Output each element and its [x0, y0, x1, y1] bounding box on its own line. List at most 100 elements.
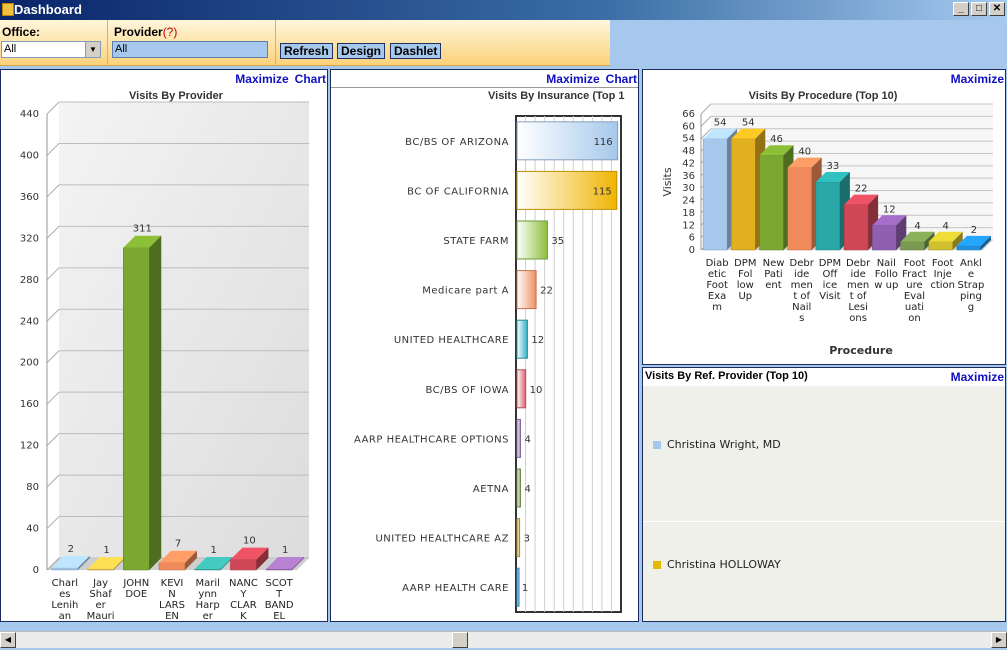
- bar[interactable]: [516, 468, 521, 508]
- data-label: 10: [530, 385, 543, 396]
- x-tick-label: uati: [905, 302, 924, 313]
- provider-label: Provider(?): [114, 25, 177, 39]
- app-icon: [2, 3, 14, 16]
- grid-line: [46, 391, 60, 405]
- bar-front: [123, 247, 150, 571]
- x-tick-label: ice: [823, 280, 837, 291]
- chart-link[interactable]: Chart: [295, 72, 326, 86]
- plot-background: [59, 102, 309, 558]
- x-tick-label: ynn: [198, 589, 217, 600]
- panel-links: Maximize Chart: [540, 72, 637, 86]
- data-label: 1: [522, 583, 528, 594]
- insurance-chart-panel: Maximize Chart Visits By Insurance (Top 1…: [330, 69, 639, 622]
- data-label: 115: [593, 186, 612, 197]
- horizontal-scrollbar[interactable]: ◀ ▶: [0, 631, 1007, 648]
- close-button[interactable]: ✕: [989, 2, 1005, 16]
- bar[interactable]: [516, 518, 521, 558]
- data-label: 46: [770, 134, 783, 145]
- y-tick-label: 200: [20, 358, 39, 369]
- y-tick-label: 80: [26, 482, 39, 493]
- x-tick-label: ction: [930, 280, 955, 291]
- bar[interactable]: [516, 319, 528, 359]
- scroll-right-icon[interactable]: ▶: [991, 632, 1007, 648]
- y-tick-label: 18: [682, 208, 695, 219]
- grid-line: [46, 308, 60, 322]
- bar[interactable]: [516, 567, 520, 607]
- provider-help-link[interactable]: (?): [163, 25, 178, 39]
- bar-front: [843, 204, 869, 251]
- y-tick-label: 36: [682, 171, 695, 182]
- y-tick-label: 280: [20, 275, 39, 286]
- grid-line: [46, 101, 60, 115]
- y-tick-label: STATE FARM: [443, 236, 509, 247]
- x-tick-label: men: [791, 280, 813, 291]
- insurance-chart: 116 BC/BS OF ARIZONA 115 BC OF CALIFORNIA 35…: [354, 115, 622, 613]
- maximize-link[interactable]: Maximize: [951, 72, 1004, 86]
- y-tick-label: 60: [682, 121, 695, 132]
- bar[interactable]: [516, 220, 548, 260]
- x-tick-label: ide: [794, 269, 809, 280]
- y-tick-label: 12: [682, 220, 695, 231]
- x-tick-label: Exa: [708, 291, 726, 302]
- x-tick-label: w up: [874, 280, 898, 291]
- x-tick-label: Debr: [790, 258, 815, 269]
- bar[interactable]: [516, 418, 521, 458]
- x-tick-label: Ankl: [960, 258, 982, 269]
- data-label: 7: [175, 539, 181, 550]
- x-tick-label: Fract: [902, 269, 927, 280]
- bar[interactable]: [516, 270, 537, 310]
- maximize-link[interactable]: Maximize: [235, 72, 288, 86]
- data-label: 1: [103, 545, 109, 556]
- chevron-down-icon[interactable]: ▼: [85, 42, 100, 57]
- x-tick-label: m: [712, 302, 722, 313]
- y-tick-label: 66: [682, 109, 695, 120]
- data-label: 311: [133, 224, 152, 235]
- y-tick-label: BC OF CALIFORNIA: [407, 186, 509, 197]
- x-tick-label: Foot: [904, 258, 926, 269]
- x-tick-label: Strap: [957, 280, 984, 291]
- y-tick-label: AETNA: [473, 484, 509, 495]
- grid-line: [46, 350, 60, 364]
- legend-item: Christina HOLLOWAY: [653, 558, 781, 571]
- x-tick-label: Mauri: [87, 611, 115, 621]
- bar-front: [702, 138, 728, 251]
- refresh-button[interactable]: Refresh: [280, 43, 333, 59]
- grid-line: [46, 226, 60, 239]
- bar[interactable]: [516, 369, 527, 409]
- office-select[interactable]: All ▼: [1, 41, 101, 58]
- y-tick-label: 0: [689, 245, 695, 256]
- panel-links: Maximize Chart: [229, 72, 326, 86]
- chart-link[interactable]: Chart: [606, 72, 637, 86]
- x-tick-label: Eval: [904, 291, 925, 302]
- provider-input[interactable]: All: [112, 41, 268, 58]
- x-tick-label: Maril: [195, 578, 219, 589]
- y-tick-label: Medicare part A: [422, 286, 509, 297]
- maximize-link[interactable]: Maximize: [951, 370, 1004, 384]
- dashlet-button[interactable]: Dashlet: [390, 43, 442, 59]
- scroll-left-icon[interactable]: ◀: [0, 632, 16, 648]
- data-label: 2: [971, 225, 977, 236]
- legend-item: Christina Wright, MD: [653, 438, 781, 451]
- data-label: 4: [943, 221, 949, 232]
- x-tick-label: es: [59, 589, 70, 600]
- maximize-window-button[interactable]: □: [971, 2, 987, 16]
- data-label: 116: [594, 137, 613, 148]
- window-title-bar: Dashboard _ □ ✕: [0, 0, 1007, 20]
- bar[interactable]: [123, 235, 162, 571]
- design-button[interactable]: Design: [337, 43, 386, 59]
- x-tick-label: DPM: [819, 258, 841, 269]
- minimize-button[interactable]: _: [953, 2, 969, 16]
- data-label: 40: [798, 147, 811, 158]
- x-tick-label: Foot: [706, 280, 728, 291]
- y-axis-title: Visits: [661, 167, 674, 196]
- bar-front: [265, 568, 293, 571]
- x-tick-label: BAND: [265, 600, 294, 611]
- y-tick-label: BC/BS OF ARIZONA: [405, 137, 509, 148]
- data-label: 12: [883, 204, 896, 215]
- window-title: Dashboard: [14, 2, 82, 17]
- x-tick-label: SCOT: [265, 578, 293, 589]
- maximize-link[interactable]: Maximize: [546, 72, 599, 86]
- scrollbar-thumb[interactable]: [452, 632, 468, 648]
- x-tick-label: men: [847, 280, 869, 291]
- bar-front: [956, 245, 982, 251]
